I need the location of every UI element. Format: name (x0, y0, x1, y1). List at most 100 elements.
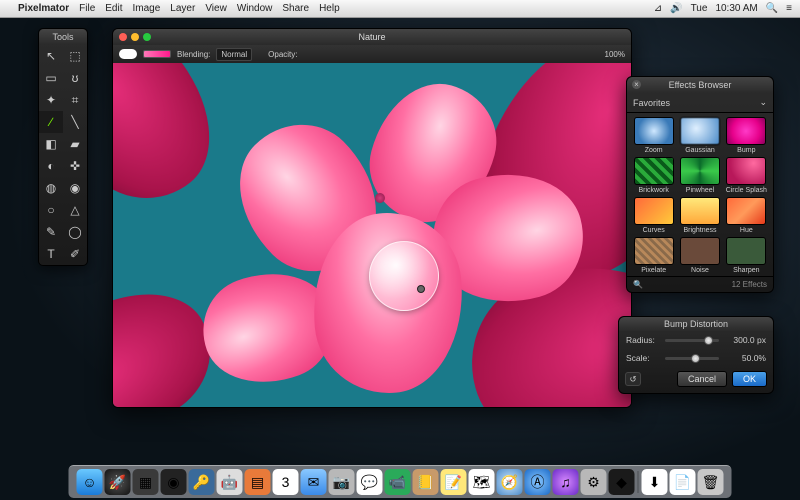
radius-slider[interactable] (665, 339, 719, 342)
effect-noise[interactable]: Noise (678, 237, 721, 274)
volume-icon[interactable]: 🔊 (670, 3, 682, 14)
tool-pen[interactable]: ✎ (39, 221, 63, 243)
tool-transform[interactable]: ⬚ (63, 45, 87, 67)
effect-brightness[interactable]: Brightness (678, 197, 721, 234)
dock-calculator[interactable]: ▤ (245, 469, 271, 495)
effect-hue[interactable]: Hue (725, 197, 768, 234)
ok-button[interactable]: OK (732, 371, 767, 387)
dock-app-store[interactable]: Ⓐ (525, 469, 551, 495)
tool-move[interactable]: ↖ (39, 45, 63, 67)
effect-pinwheel[interactable]: Pinwheel (678, 157, 721, 194)
dock-calendar[interactable]: 3 (273, 469, 299, 495)
canvas[interactable] (113, 63, 631, 407)
dock-dashboard[interactable]: ◉ (161, 469, 187, 495)
dock-launchpad[interactable]: 🚀 (105, 469, 131, 495)
tool-clone[interactable]: ✜ (63, 155, 87, 177)
wifi-icon[interactable]: ⊿ (654, 3, 662, 14)
effect-bump[interactable]: Bump (725, 117, 768, 154)
clock-day: Tue (691, 3, 708, 14)
chevron-down-icon: ⌄ (759, 97, 767, 108)
effect-zoom[interactable]: Zoom (632, 117, 675, 154)
effect-thumb (726, 237, 766, 265)
menu-file[interactable]: File (79, 3, 95, 14)
opacity-value[interactable]: 100% (605, 50, 625, 59)
app-menu[interactable]: Pixelmator (18, 3, 69, 14)
titlebar[interactable]: Nature (113, 29, 631, 45)
menu-share[interactable]: Share (282, 3, 309, 14)
tool-shape[interactable]: ◯ (63, 221, 87, 243)
menu-image[interactable]: Image (133, 3, 161, 14)
effect-radius-handle[interactable] (417, 285, 425, 293)
effect-thumb (726, 157, 766, 185)
menu-view[interactable]: View (205, 3, 227, 14)
dock-mail[interactable]: ✉ (301, 469, 327, 495)
dock-documents[interactable]: 📄 (670, 469, 696, 495)
dock-downloads[interactable]: ⬇ (642, 469, 668, 495)
tool-magic-wand[interactable]: ✦ (39, 89, 63, 111)
effects-titlebar[interactable]: × Effects Browser (627, 77, 773, 93)
effects-category-select[interactable]: Favorites ⌄ (627, 93, 773, 113)
menu-edit[interactable]: Edit (105, 3, 122, 14)
close-icon[interactable]: × (632, 80, 641, 89)
menu-layer[interactable]: Layer (170, 3, 195, 14)
close-button[interactable] (119, 33, 127, 41)
dock-1password[interactable]: 🔑 (189, 469, 215, 495)
effects-search[interactable]: 🔍 (633, 280, 732, 289)
dock-pixelmator[interactable]: ◆ (609, 469, 635, 495)
notifications-icon[interactable]: ≡ (786, 3, 792, 14)
dock-maps[interactable]: 🗺 (469, 469, 495, 495)
tool-marquee[interactable]: ▭ (39, 67, 63, 89)
dock-system-preferences[interactable]: ⚙ (581, 469, 607, 495)
effect-thumb (634, 117, 674, 145)
tool-sharpen[interactable]: △ (63, 199, 87, 221)
tool-type[interactable]: T (39, 243, 63, 265)
tool-eyedropper[interactable]: ✐ (63, 243, 87, 265)
effect-pixelate[interactable]: Pixelate (632, 237, 675, 274)
tool-fill[interactable]: ▰ (63, 133, 87, 155)
tool-eraser[interactable]: ◧ (39, 133, 63, 155)
scale-slider[interactable] (665, 357, 719, 360)
effect-preview-lens[interactable] (369, 241, 439, 311)
effect-thumb (680, 237, 720, 265)
blending-select[interactable]: Normal (216, 48, 252, 61)
dock-safari[interactable]: 🧭 (497, 469, 523, 495)
tool-red-eye[interactable]: ◉ (63, 177, 87, 199)
tool-brush[interactable]: ╲ (63, 111, 87, 133)
dock-messages[interactable]: 💬 (357, 469, 383, 495)
dock-facetime[interactable]: 📹 (385, 469, 411, 495)
effect-sharpen[interactable]: Sharpen (725, 237, 768, 274)
spotlight-icon[interactable]: 🔍 (766, 3, 778, 14)
color-swatch[interactable] (143, 50, 171, 58)
effect-label: Brickwork (638, 187, 668, 194)
dock-finder[interactable]: ☺ (77, 469, 103, 495)
tools-title: Tools (39, 29, 87, 45)
dock-trash[interactable]: 🗑 (698, 469, 724, 495)
effect-controls-panel: Bump Distortion Radius: 300.0 px Scale: … (618, 316, 774, 394)
effect-curves[interactable]: Curves (632, 197, 675, 234)
dock-contacts[interactable]: 📒 (413, 469, 439, 495)
tool-crop[interactable]: ⌗ (63, 89, 87, 111)
effect-circle-splash[interactable]: Circle Splash (725, 157, 768, 194)
clock-time: 10:30 AM (715, 3, 757, 14)
dock-itunes[interactable]: ♫ (553, 469, 579, 495)
cancel-button[interactable]: Cancel (677, 371, 727, 387)
dock-photo-booth[interactable]: 📷 (329, 469, 355, 495)
effect-gaussian[interactable]: Gaussian (678, 117, 721, 154)
tool-lasso[interactable]: ʊ (63, 67, 87, 89)
effects-browser-panel: × Effects Browser Favorites ⌄ ZoomGaussi… (626, 76, 774, 293)
effect-thumb (634, 157, 674, 185)
dock-automator[interactable]: 🤖 (217, 469, 243, 495)
menu-help[interactable]: Help (319, 3, 340, 14)
brush-preview[interactable] (119, 49, 137, 59)
tool-blur[interactable]: ○ (39, 199, 63, 221)
reset-button[interactable]: ↺ (625, 372, 641, 386)
tool-gradient[interactable]: ◐ (39, 155, 63, 177)
tool-paint[interactable]: ∕ (39, 111, 63, 133)
tool-sponge[interactable]: ◍ (39, 177, 63, 199)
menu-window[interactable]: Window (237, 3, 273, 14)
zoom-button[interactable] (143, 33, 151, 41)
effect-brickwork[interactable]: Brickwork (632, 157, 675, 194)
dock-notes[interactable]: 📝 (441, 469, 467, 495)
dock-mission-control[interactable]: ▦ (133, 469, 159, 495)
minimize-button[interactable] (131, 33, 139, 41)
